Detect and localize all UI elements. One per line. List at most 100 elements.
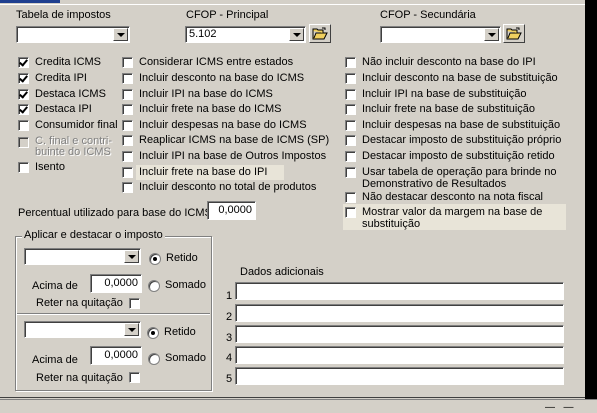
aplicar1-acima-value: 0,0000: [104, 277, 138, 289]
checkbox-box[interactable]: [345, 120, 356, 131]
aplicar1-acima-input[interactable]: 0,0000: [90, 274, 142, 293]
checkbox-label: Destacar imposto de substituição próprio: [362, 134, 562, 146]
checkbox-label: Destaca IPI: [35, 103, 92, 115]
dados-line-5-input[interactable]: [235, 367, 564, 385]
checkbox-box[interactable]: [122, 120, 133, 131]
dados-line-4-input[interactable]: [235, 346, 564, 364]
checkbox-label-line2: Demonstrativo de Resultados: [362, 178, 507, 190]
aplicar2-acima-value: 0,0000: [104, 349, 138, 361]
tabela-label: Tabela de impostos: [16, 9, 111, 21]
aplicar1-reter-label: Reter na quitação: [36, 297, 123, 309]
percentual-label: Percentual utilizado para base do ICMS: [18, 207, 212, 219]
folder-icon: [312, 27, 328, 40]
dados-line-3-input[interactable]: [235, 325, 564, 343]
checkbox-box[interactable]: [345, 167, 356, 178]
checkbox-label: Incluir desconto na base do ICMS: [139, 72, 305, 84]
checkbox-box[interactable]: [18, 57, 29, 68]
chevron-down-icon[interactable]: [484, 28, 499, 41]
open-folder-button-principal[interactable]: [309, 24, 331, 43]
checkbox-box[interactable]: [122, 151, 133, 162]
radio-label: Somado: [165, 352, 206, 364]
percentual-input[interactable]: 0,0000: [207, 201, 256, 220]
chevron-down-icon[interactable]: [113, 28, 128, 41]
checkbox-label: Credita IPI: [35, 72, 87, 84]
checkbox-label: Incluir IPI na base de substituição: [362, 88, 527, 100]
checkbox-box[interactable]: [122, 104, 133, 115]
dados-line-2-input[interactable]: [235, 304, 564, 322]
cfop-principal-value: 5.102: [189, 28, 217, 40]
aplicar1-select[interactable]: [24, 248, 141, 265]
checkbox-label: Considerar ICMS entre estados: [139, 56, 294, 68]
checkbox-label: Destacar imposto de substituição retido: [362, 150, 555, 162]
open-folder-button-secundaria[interactable]: [503, 24, 525, 43]
checkbox-box[interactable]: [18, 120, 29, 131]
aplicar2-select[interactable]: [24, 321, 141, 338]
cfop-secundaria-select[interactable]: [380, 26, 501, 43]
checkbox-box: [18, 137, 29, 148]
checkbox-box[interactable]: [345, 207, 356, 218]
dados-adicionais-label: Dados adicionais: [240, 266, 324, 278]
checkbox-box[interactable]: [345, 135, 356, 146]
chevron-down-icon[interactable]: [124, 250, 139, 263]
dados-line-1-input[interactable]: [235, 282, 564, 300]
checkbox-label: Incluir desconto no total de produtos: [139, 181, 317, 193]
checkbox-box[interactable]: [129, 372, 140, 383]
checkbox-box[interactable]: [122, 182, 133, 193]
checkbox-box[interactable]: [18, 89, 29, 100]
radio-dot[interactable]: [148, 353, 160, 365]
checkbox-box[interactable]: [122, 89, 133, 100]
checkbox-label: Não incluir desconto na base do IPI: [362, 56, 536, 68]
checkbox-label: Destaca ICMS: [35, 88, 106, 100]
checkbox-box[interactable]: [122, 73, 133, 84]
title-bar-remnant: [0, 0, 597, 5]
cfop-secundaria-label: CFOP - Secundária: [380, 9, 476, 21]
aplicar2-acima-label: Acima de: [32, 354, 78, 366]
dados-line-number: 1: [226, 290, 233, 302]
folder-icon: [506, 27, 522, 40]
cfop-principal-label: CFOP - Principal: [186, 9, 269, 21]
checkbox-label: Incluir IPI na base do ICMS: [139, 88, 273, 100]
status-bar-glyph: — —: [545, 402, 575, 413]
checkbox-box[interactable]: [345, 73, 356, 84]
checkbox-box[interactable]: [18, 162, 29, 173]
window-right-edge: [585, 0, 597, 409]
tabela-select[interactable]: [16, 26, 130, 43]
aplicar1-reter-checkbox[interactable]: [129, 297, 143, 311]
form-bottom-divider: [0, 397, 585, 398]
dados-line-number: 4: [226, 352, 233, 364]
checkbox-label: Incluir frete na base do ICMS: [139, 103, 282, 115]
cfop-principal-select[interactable]: 5.102: [185, 26, 306, 43]
radio-label: Retido: [166, 252, 198, 264]
dados-line-number: 3: [226, 332, 233, 344]
checkbox-box[interactable]: [345, 89, 356, 100]
checkbox-label: Isento: [35, 161, 65, 173]
checkbox-box[interactable]: [18, 104, 29, 115]
percentual-value: 0,0000: [218, 204, 252, 216]
radio-label: Retido: [164, 326, 196, 338]
aplicar2-acima-input[interactable]: 0,0000: [90, 346, 142, 365]
checkbox-box[interactable]: [129, 298, 140, 309]
checkbox-box[interactable]: [122, 167, 133, 178]
checkbox-box[interactable]: [345, 151, 356, 162]
checkbox-box[interactable]: [345, 104, 356, 115]
aplicar2-reter-checkbox[interactable]: [129, 371, 143, 385]
checkbox-label: Incluir desconto na base de substituição: [362, 72, 558, 84]
checkbox-box[interactable]: [345, 192, 356, 203]
checkbox-box[interactable]: [18, 73, 29, 84]
dados-line-number: 2: [226, 311, 233, 323]
dados-line-number: 5: [226, 373, 233, 385]
radio-dot[interactable]: [148, 280, 160, 292]
radio-dot[interactable]: [147, 327, 159, 339]
aplicar-destacar-title: Aplicar e destacar o imposto: [22, 229, 165, 241]
checkbox-box[interactable]: [122, 135, 133, 146]
checkbox-label: Consumidor final: [35, 119, 118, 131]
checkbox-label-line2: substituição: [362, 218, 421, 230]
checkbox-label: Reaplicar ICMS na base de ICMS (SP): [139, 134, 330, 146]
chevron-down-icon[interactable]: [289, 28, 304, 41]
chevron-down-icon[interactable]: [124, 323, 139, 336]
title-accent: [0, 0, 60, 3]
checkbox-label: Credita ICMS: [35, 56, 102, 68]
checkbox-box[interactable]: [122, 57, 133, 68]
checkbox-box[interactable]: [345, 57, 356, 68]
radio-dot[interactable]: [149, 253, 161, 265]
